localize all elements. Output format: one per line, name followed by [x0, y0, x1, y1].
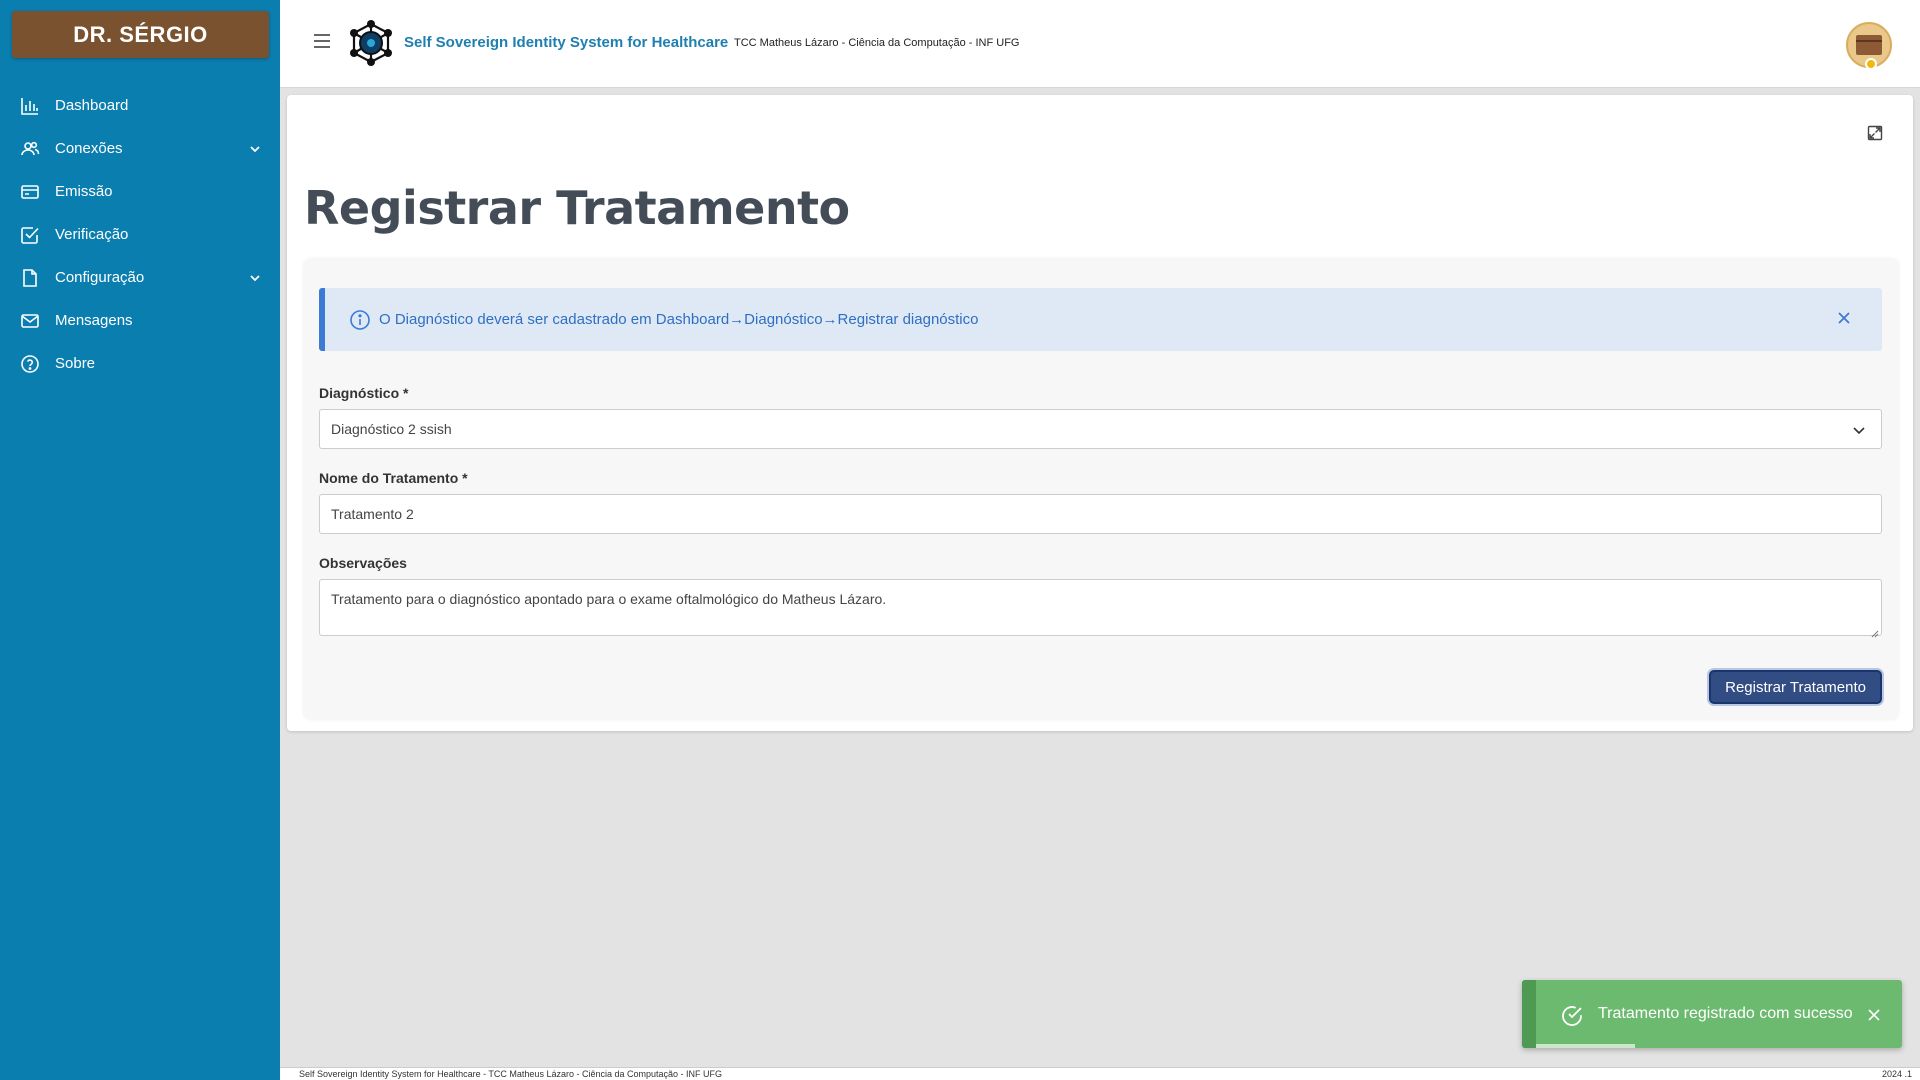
sidebar-nav: Dashboard Conexões Emissão Verificação C…	[0, 84, 280, 385]
diagnostico-select[interactable]: Diagnóstico 2 ssish	[319, 409, 1882, 449]
menu-icon[interactable]	[314, 34, 330, 48]
observacoes-field[interactable]: Tratamento para o diagnóstico apontado p…	[319, 579, 1882, 638]
check-square-icon	[19, 224, 41, 246]
footer: Self Sovereign Identity System for Healt…	[280, 1067, 1920, 1080]
chevron-down-icon	[1851, 422, 1867, 438]
sidebar-item-sobre[interactable]: Sobre	[0, 342, 280, 385]
sidebar-item-label: Emissão	[55, 183, 113, 200]
sidebar-item-label: Configuração	[55, 269, 145, 286]
toast-message: Tratamento registrado com sucesso	[1598, 1005, 1853, 1022]
nome-label: Nome do Tratamento *	[319, 470, 468, 486]
close-icon[interactable]	[1836, 310, 1852, 326]
sidebar: DR. SÉRGIO Dashboard Conexões Emissão Ve…	[0, 0, 280, 1080]
main-card: Registrar Tratamento O Diagnóstico dever…	[287, 95, 1913, 731]
sidebar-item-emissao[interactable]: Emissão	[0, 170, 280, 213]
chevron-down-icon	[248, 271, 262, 285]
avatar-badge	[1865, 58, 1877, 70]
footer-text: Self Sovereign Identity System for Healt…	[299, 1069, 723, 1079]
sidebar-item-label: Mensagens	[55, 312, 133, 329]
info-alert: O Diagnóstico deverá ser cadastrado em D…	[319, 288, 1882, 351]
check-circle-icon	[1560, 1004, 1584, 1028]
app-subtitle: TCC Matheus Lázaro - Ciência da Computaç…	[734, 37, 1020, 49]
info-icon	[349, 309, 371, 331]
sidebar-item-verificacao[interactable]: Verificação	[0, 213, 280, 256]
nome-value: Tratamento 2	[331, 506, 414, 522]
diagnostico-value: Diagnóstico 2 ssish	[331, 421, 452, 437]
avatar[interactable]	[1846, 22, 1892, 70]
toast-progress-bar	[1536, 1044, 1635, 1048]
file-icon	[19, 267, 41, 289]
sidebar-item-label: Verificação	[55, 226, 129, 243]
observacoes-label: Observações	[319, 555, 407, 571]
success-toast: Tratamento registrado com sucesso	[1522, 980, 1902, 1048]
page-title: Registrar Tratamento	[304, 181, 850, 235]
diagnostico-label: Diagnóstico *	[319, 385, 409, 401]
sidebar-item-label: Sobre	[55, 355, 96, 372]
expand-icon[interactable]	[1867, 125, 1883, 141]
credit-card-icon	[19, 181, 41, 203]
sidebar-item-label: Conexões	[55, 140, 123, 157]
chevron-down-icon	[248, 142, 262, 156]
top-header: Self Sovereign Identity System for Healt…	[280, 0, 1920, 88]
form-panel: O Diagnóstico deverá ser cadastrado em D…	[304, 259, 1898, 719]
alert-text: O Diagnóstico deverá ser cadastrado em D…	[379, 311, 979, 328]
footer-version: 2024 .1	[1881, 1069, 1912, 1079]
toast-stripe	[1522, 980, 1536, 1048]
network-logo-icon	[346, 18, 396, 68]
sidebar-item-dashboard[interactable]: Dashboard	[0, 84, 280, 127]
resize-handle-icon[interactable]	[1871, 625, 1879, 638]
sidebar-item-conexoes[interactable]: Conexões	[0, 127, 280, 170]
users-icon	[19, 138, 41, 160]
chart-bar-icon	[19, 95, 41, 117]
mail-icon	[19, 310, 41, 332]
sidebar-item-label: Dashboard	[55, 97, 129, 114]
sidebar-item-mensagens[interactable]: Mensagens	[0, 299, 280, 342]
sidebar-item-configuracao[interactable]: Configuração	[0, 256, 280, 299]
close-icon[interactable]	[1868, 1008, 1880, 1021]
observacoes-value: Tratamento para o diagnóstico apontado p…	[331, 591, 887, 607]
help-circle-icon	[19, 353, 41, 375]
brand-name: DR. SÉRGIO	[12, 11, 269, 58]
nome-field[interactable]: Tratamento 2	[319, 494, 1882, 534]
app-title: Self Sovereign Identity System for Healt…	[404, 34, 729, 51]
registrar-tratamento-button[interactable]: Registrar Tratamento	[1709, 670, 1882, 704]
avatar-image	[1856, 35, 1882, 55]
